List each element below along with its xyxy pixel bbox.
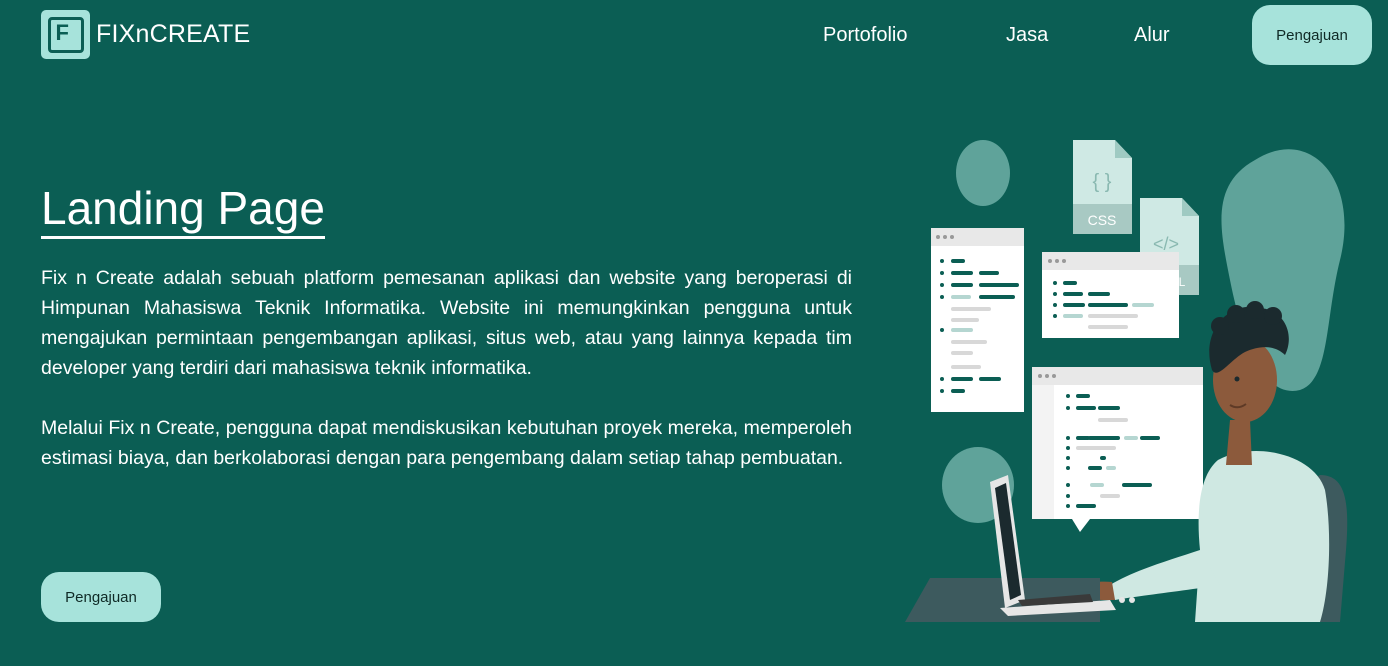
hero-title: Landing Page: [41, 180, 325, 239]
code-window: [1042, 252, 1179, 338]
css-label: CSS: [1088, 212, 1117, 228]
logo-icon: F: [41, 10, 90, 59]
nav-link-jasa[interactable]: Jasa: [1006, 24, 1048, 47]
brand-name: FIXnCREATE: [96, 20, 251, 48]
hero-paragraph-1: Fix n Create adalah sebuah platform peme…: [41, 267, 852, 379]
nav-link-alur[interactable]: Alur: [1134, 24, 1170, 47]
code-window: [931, 228, 1024, 412]
developer-illustration: CSS { } HTML </>: [905, 140, 1348, 622]
brand-logo[interactable]: F FIXnCREATE: [41, 10, 250, 59]
blob-shape: [956, 140, 1010, 206]
css-braces: { }: [1093, 171, 1112, 193]
hero-paragraph-2: Melalui Fix n Create, pengguna dapat men…: [41, 417, 852, 469]
code-window: [1032, 367, 1203, 532]
logo-letter: F: [47, 16, 84, 53]
hero-pengajuan-button[interactable]: Pengajuan: [41, 572, 161, 622]
css-file-icon: CSS { }: [1073, 140, 1132, 234]
nav-link-portofolio[interactable]: Portofolio: [823, 24, 908, 47]
html-tag: </>: [1153, 234, 1179, 254]
nav-pengajuan-button[interactable]: Pengajuan: [1252, 5, 1372, 65]
